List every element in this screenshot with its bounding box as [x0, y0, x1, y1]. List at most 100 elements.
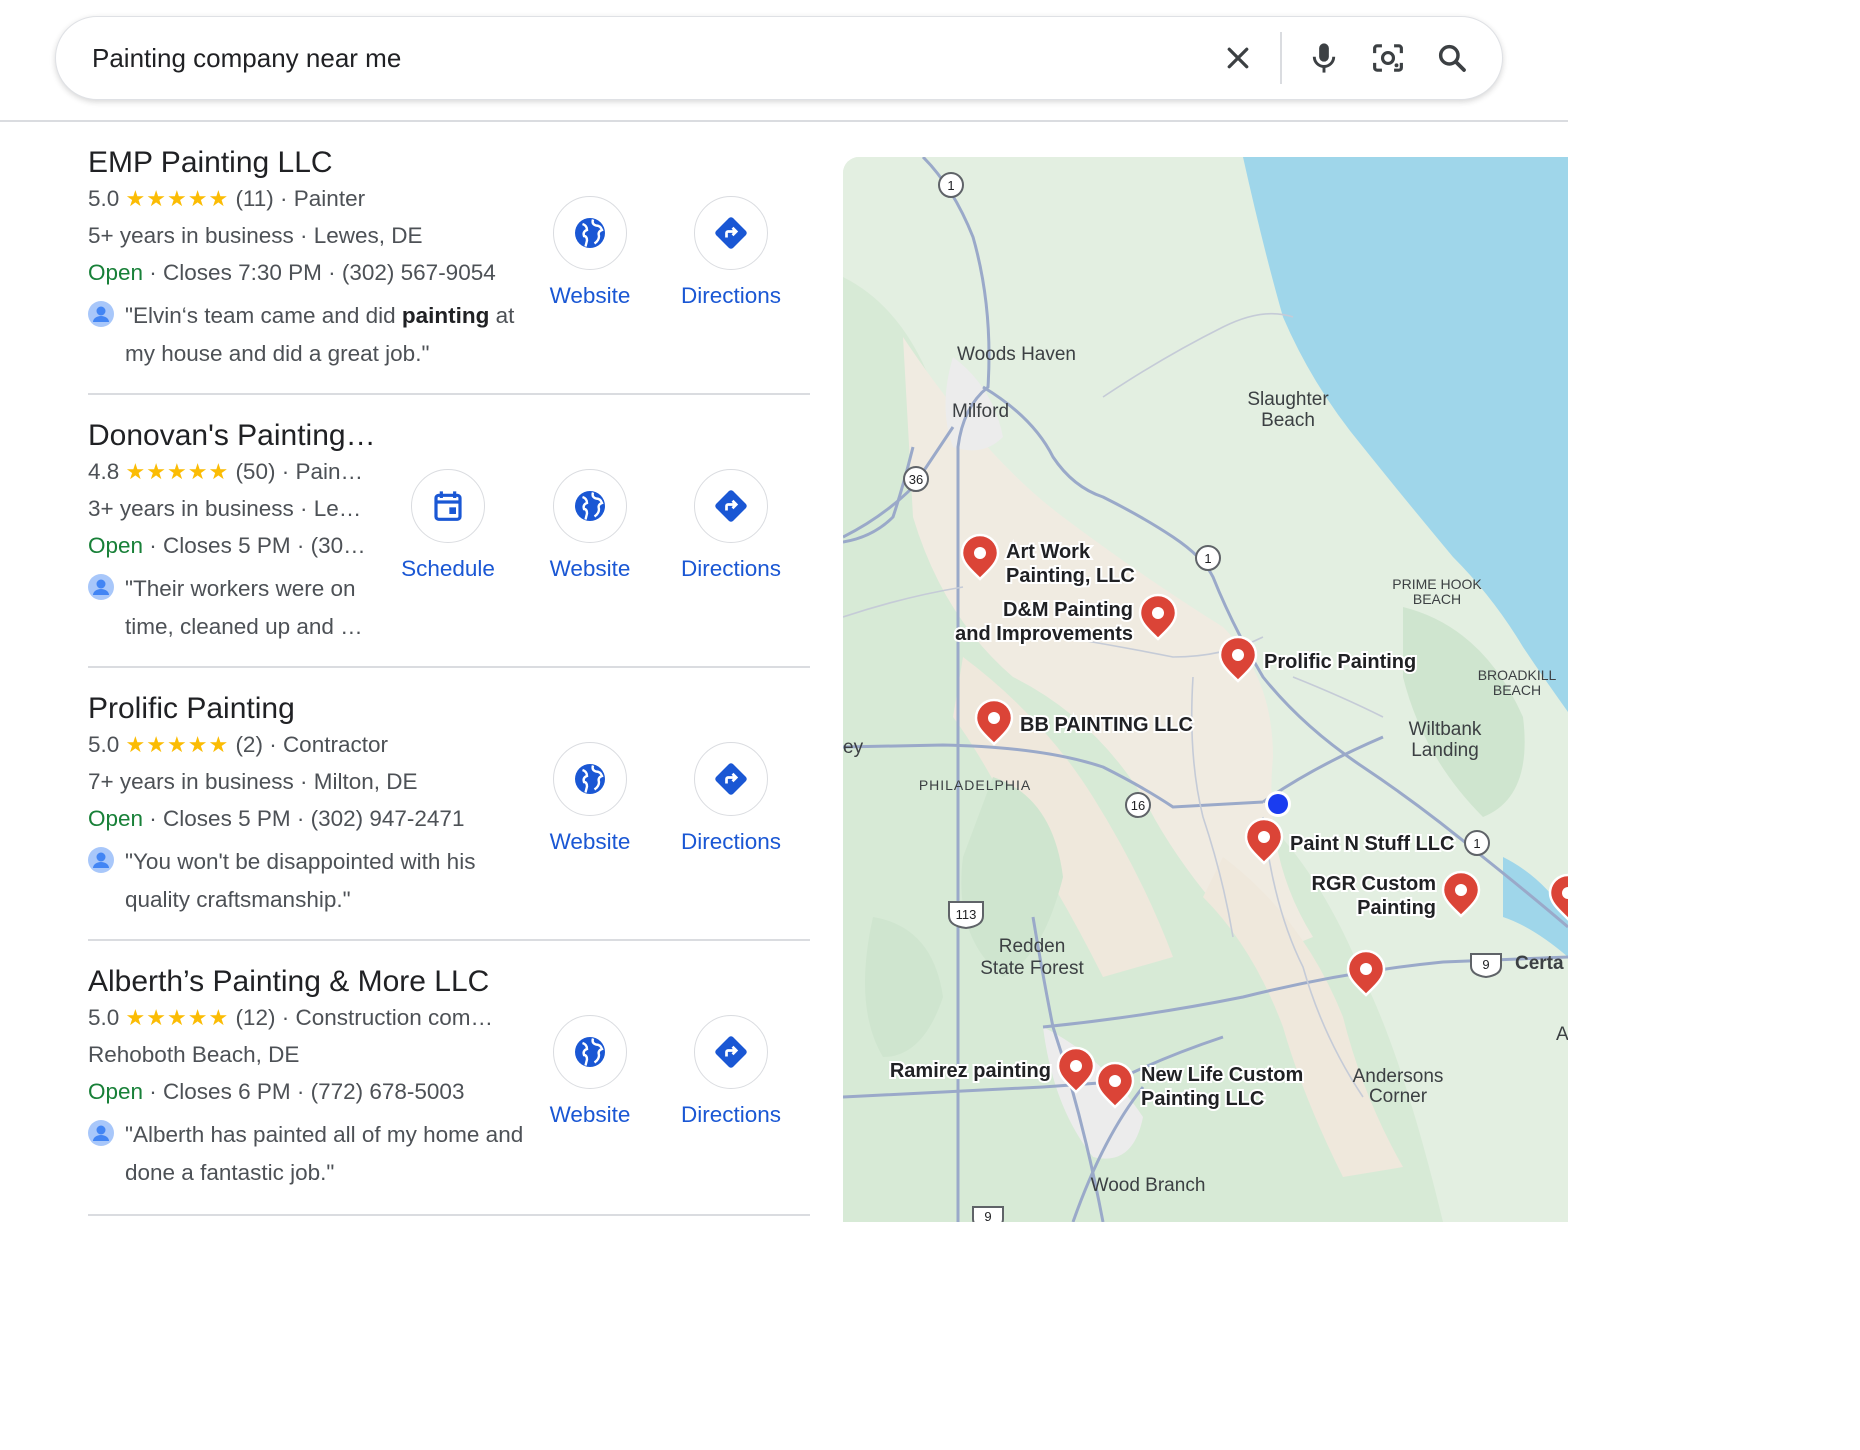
- rating-stars-icon: ★★★★★: [125, 459, 230, 484]
- location: Rehoboth Beach, DE: [88, 1042, 300, 1067]
- result-item: Prolific Painting 5.0 ★★★★★ (2) · Contra…: [88, 668, 810, 941]
- avatar-icon: [88, 847, 114, 873]
- rating-value: 5.0: [88, 732, 120, 757]
- search-icon[interactable]: [1420, 26, 1484, 90]
- rating-value: 5.0: [88, 186, 120, 211]
- schedule-label: Schedule: [401, 556, 495, 581]
- map-place-label: Landing: [1411, 740, 1479, 761]
- map-pin-label[interactable]: Painting, LLC: [1004, 563, 1137, 589]
- map-place-label: Milford: [952, 401, 1009, 422]
- review-text: "You won't be disappointed with his qual…: [125, 849, 476, 912]
- map-pin-label[interactable]: Painting LLC: [1139, 1086, 1266, 1112]
- map-pin-label[interactable]: Prolific Painting: [1262, 649, 1418, 675]
- closing-time: Closes 5 PM: [163, 533, 291, 558]
- business-name[interactable]: Alberth’s Painting & More LLC: [88, 965, 518, 999]
- business-name[interactable]: EMP Painting LLC: [88, 146, 518, 180]
- map-pin-label[interactable]: Paint N Stuff LLC: [1288, 831, 1456, 857]
- website-label: Website: [549, 1102, 631, 1127]
- website-button[interactable]: Website: [520, 469, 660, 582]
- map-pin-label[interactable]: Painting: [1355, 895, 1438, 921]
- hours-line: Open · Closes 5 PM · (30…: [88, 533, 366, 558]
- location: Milton, DE: [313, 769, 418, 794]
- map-place-label: Wood Branch: [1091, 1175, 1206, 1196]
- map-pin-label[interactable]: New Life Custom: [1139, 1062, 1305, 1088]
- rating-value: 4.8: [88, 459, 120, 484]
- map-place-label: BEACH: [1413, 591, 1461, 607]
- business-name[interactable]: Prolific Painting: [88, 692, 518, 726]
- directions-label: Directions: [680, 556, 782, 581]
- avatar-icon: [88, 301, 114, 327]
- directions-button[interactable]: Directions: [661, 469, 801, 582]
- map-place-label: PRIME HOOK: [1392, 576, 1482, 592]
- mic-icon[interactable]: [1292, 26, 1356, 90]
- info-line: 3+ years in business · Le…: [88, 496, 362, 521]
- business-name[interactable]: Donovan's Painting…: [88, 419, 388, 453]
- map-pin-label[interactable]: Ramirez painting: [888, 1058, 1053, 1084]
- map-place-label: Slaughter: [1247, 389, 1329, 410]
- map-pin-label[interactable]: D&M Painting: [1001, 597, 1135, 623]
- hours-line: Open · Closes 7:30 PM · (302) 567-9054: [88, 260, 496, 285]
- rating-line: 5.0 ★★★★★ (11) · Painter: [88, 186, 366, 211]
- category: Pain…: [295, 459, 363, 484]
- website-button[interactable]: Website: [520, 196, 660, 309]
- map-place-label: PHILADELPHIA: [919, 777, 1031, 793]
- result-item: Donovan's Painting… 4.8 ★★★★★ (50) · Pai…: [88, 395, 810, 668]
- map-panel[interactable]: 1 36 1 16 1 113 9 9 Woods Haven Milford …: [843, 157, 1568, 1222]
- category: Painter: [293, 186, 366, 211]
- phone-number[interactable]: (30…: [311, 533, 366, 558]
- close-icon[interactable]: [1206, 26, 1270, 90]
- directions-icon: [715, 217, 747, 249]
- map-route-shield: 9: [1482, 957, 1489, 972]
- globe-icon: [575, 218, 605, 248]
- lens-icon[interactable]: [1356, 26, 1420, 90]
- map-route-shield: 1: [1473, 836, 1480, 851]
- hours-line: Open · Closes 6 PM · (772) 678-5003: [88, 1079, 465, 1104]
- open-status: Open: [88, 1079, 144, 1104]
- map-canvas[interactable]: 1 36 1 16 1 113 9 9 Woods Haven Milford …: [843, 157, 1568, 1222]
- category: Contractor: [282, 732, 388, 757]
- result-item: Alberth’s Painting & More LLC 5.0 ★★★★★ …: [88, 941, 810, 1216]
- review-count[interactable]: (12): [235, 1005, 275, 1030]
- map-pin-label[interactable]: and Improvements: [953, 621, 1135, 647]
- rating-stars-icon: ★★★★★: [125, 732, 230, 757]
- result-item: EMP Painting LLC 5.0 ★★★★★ (11) · Painte…: [88, 122, 810, 395]
- rating-value: 5.0: [88, 1005, 120, 1030]
- search-input[interactable]: [90, 41, 1206, 75]
- map-place-label: Beach: [1261, 410, 1315, 431]
- website-button[interactable]: Website: [520, 1015, 660, 1128]
- location: Lewes, DE: [313, 223, 423, 248]
- map-place-label: BROADKILL: [1478, 667, 1557, 683]
- review-text: "Their workers were on time, cleaned up …: [125, 576, 363, 639]
- map-pin-label[interactable]: Art Work: [1004, 539, 1093, 565]
- closing-time: Closes 7:30 PM: [163, 260, 322, 285]
- website-button[interactable]: Website: [520, 742, 660, 855]
- review-count[interactable]: (2): [235, 732, 263, 757]
- map-route-shield: 9: [984, 1209, 991, 1222]
- action-buttons: Website Directions: [520, 742, 810, 862]
- schedule-button[interactable]: Schedule: [378, 469, 518, 582]
- review-text: "Alberth has painted all of my home and …: [125, 1122, 524, 1185]
- phone-number[interactable]: (302) 567-9054: [342, 260, 496, 285]
- category: Construction com…: [295, 1005, 494, 1030]
- phone-number[interactable]: (772) 678-5003: [311, 1079, 465, 1104]
- avatar-icon: [88, 574, 114, 600]
- years-in-business: 7+ years in business: [88, 769, 294, 794]
- directions-button[interactable]: Directions: [661, 196, 801, 309]
- map-place-label: Andersons: [1353, 1066, 1444, 1087]
- map-pin-label[interactable]: BB PAINTING LLC: [1018, 712, 1195, 738]
- map-place-label: BEACH: [1493, 682, 1541, 698]
- years-in-business: 3+ years in business: [88, 496, 294, 521]
- calendar-icon: [434, 491, 462, 521]
- map-place-label: A: [1556, 1024, 1568, 1045]
- info-line: 7+ years in business · Milton, DE: [88, 769, 418, 794]
- review-count[interactable]: (11): [235, 186, 273, 211]
- local-results-list: EMP Painting LLC 5.0 ★★★★★ (11) · Painte…: [88, 122, 810, 1216]
- map-route-shield: 16: [1131, 798, 1145, 813]
- map-pin-label[interactable]: RGR Custom: [1310, 871, 1438, 897]
- phone-number[interactable]: (302) 947-2471: [311, 806, 465, 831]
- review-count[interactable]: (50): [235, 459, 275, 484]
- directions-button[interactable]: Directions: [661, 1015, 801, 1128]
- directions-label: Directions: [680, 283, 782, 308]
- map-place-label: Corner: [1369, 1086, 1428, 1107]
- directions-button[interactable]: Directions: [661, 742, 801, 855]
